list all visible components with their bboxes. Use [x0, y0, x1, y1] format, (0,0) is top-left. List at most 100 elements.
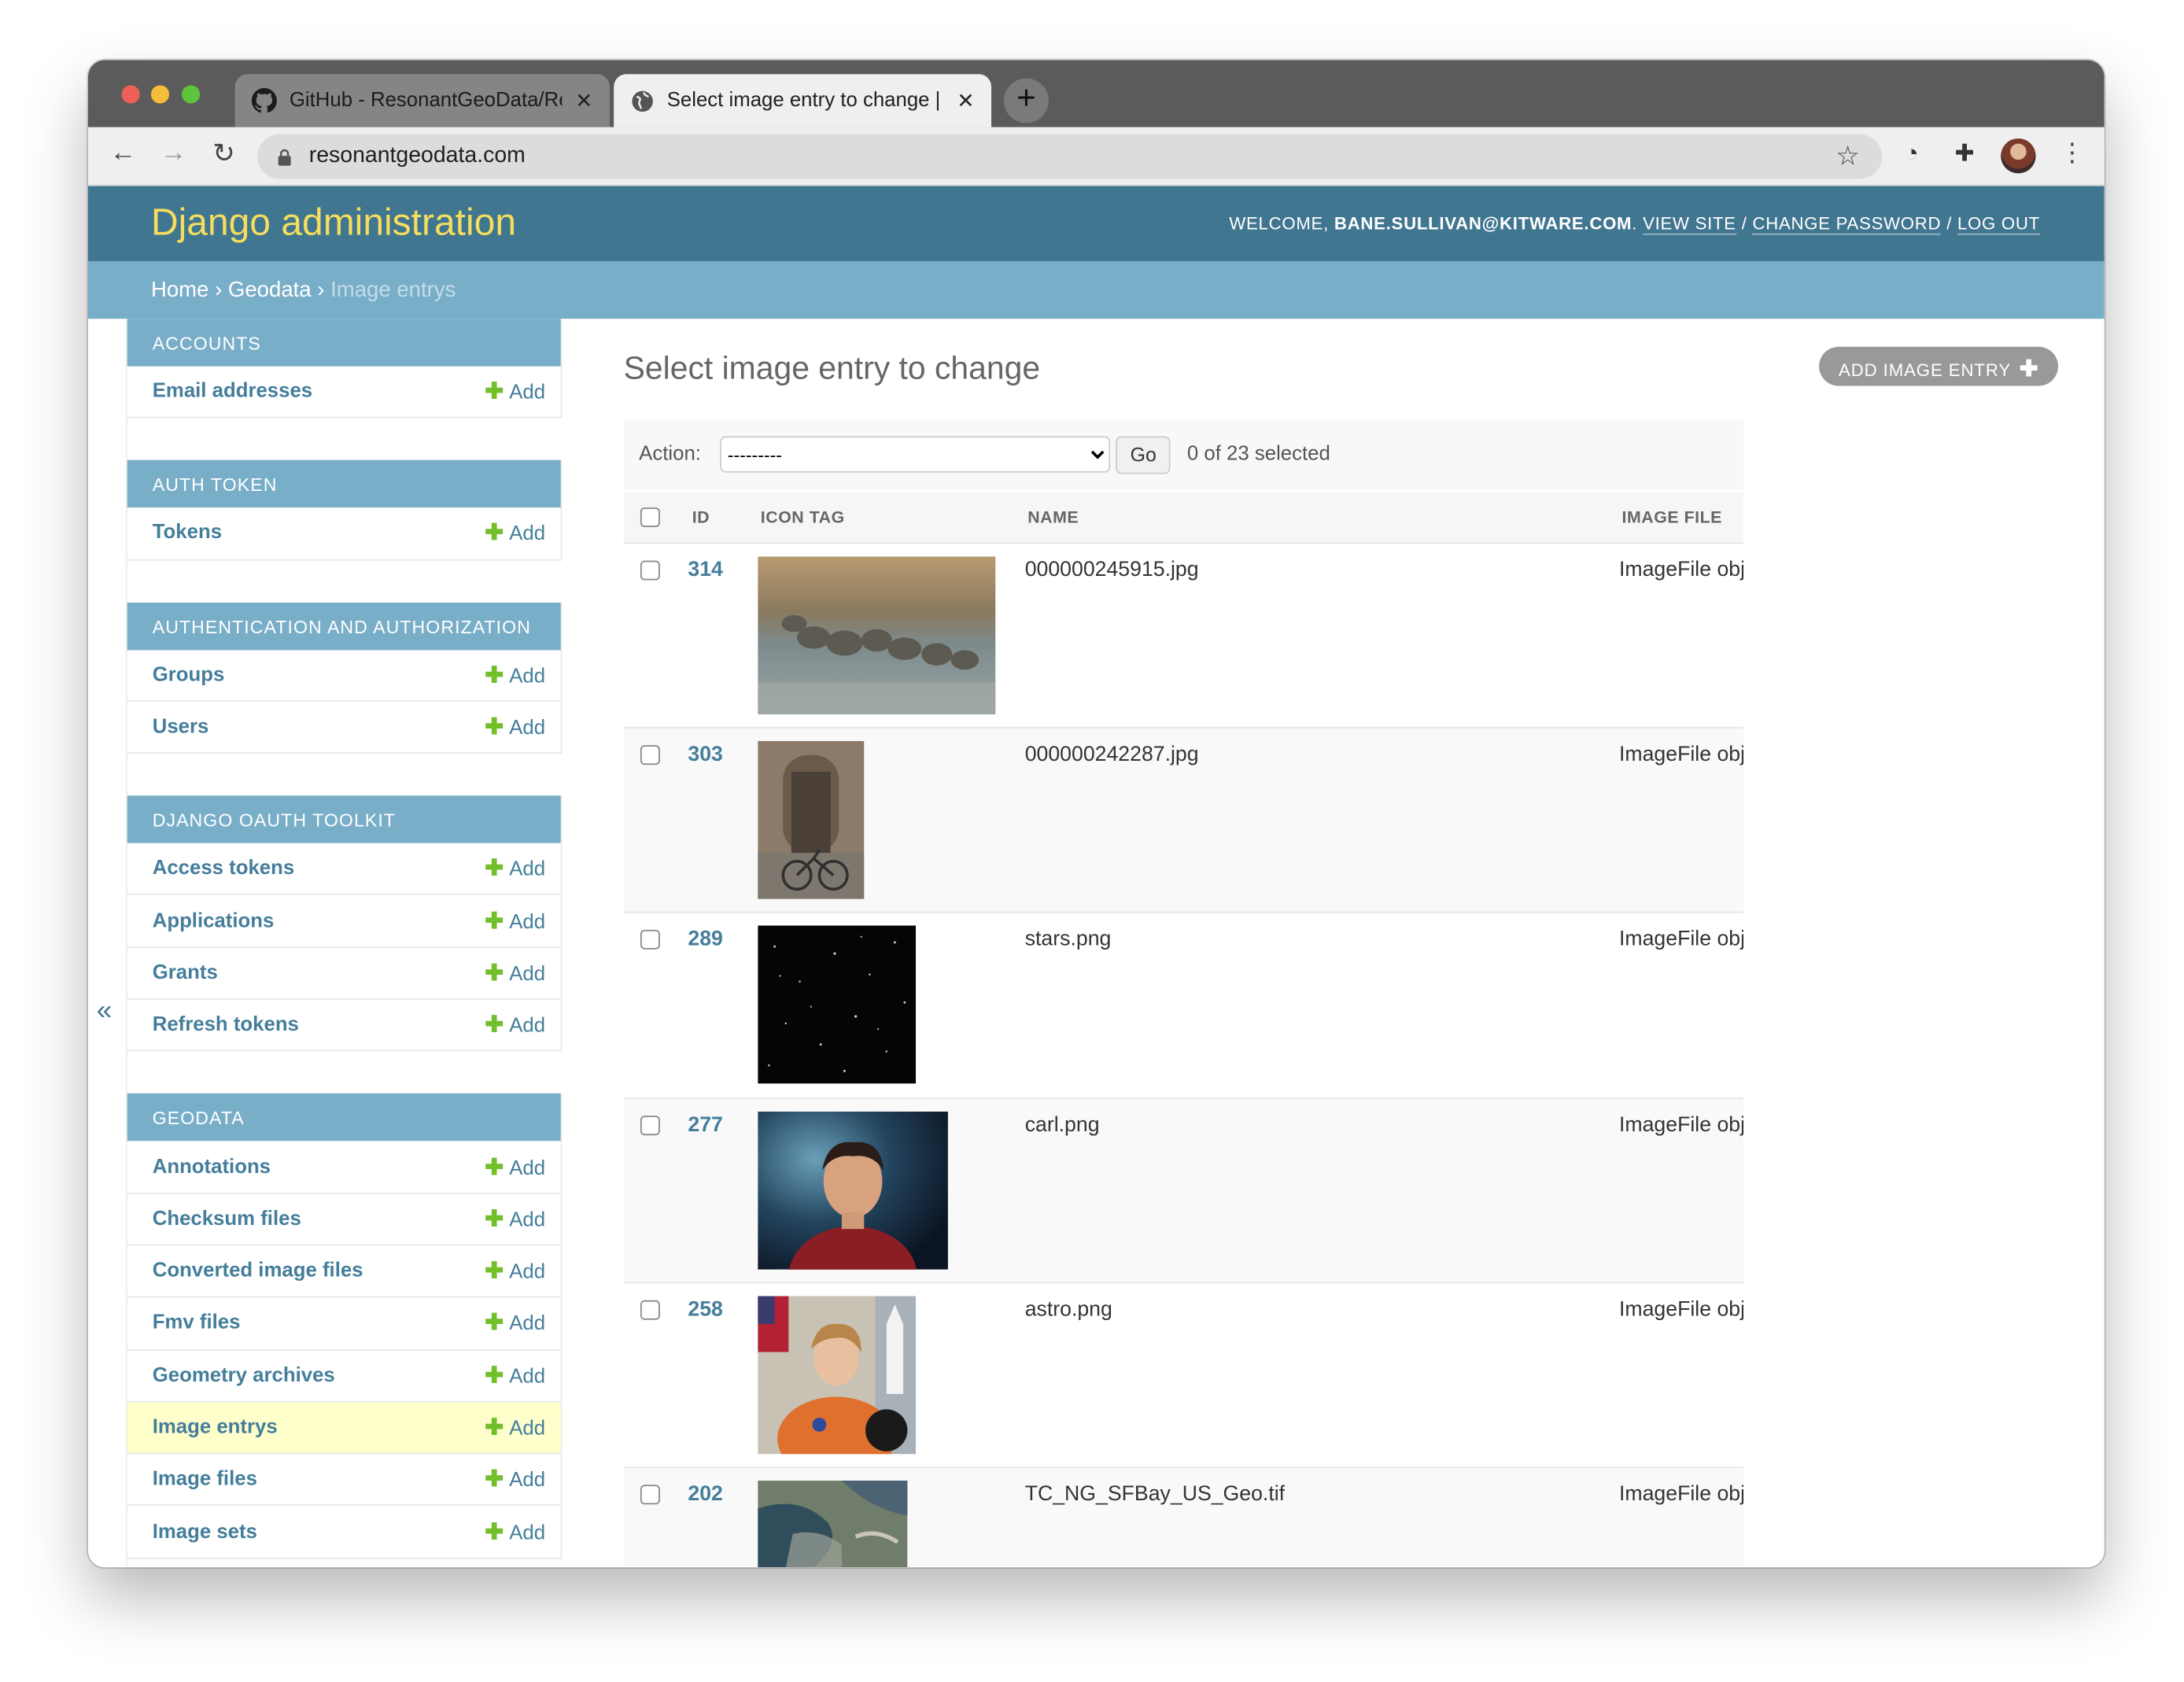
log-out-link[interactable]: LOG OUT — [1957, 213, 2040, 235]
model-link[interactable]: Applications — [153, 909, 275, 931]
row-checkbox[interactable] — [640, 1115, 660, 1135]
model-link[interactable]: Refresh tokens — [153, 1014, 299, 1036]
performance-gauge-icon[interactable]: ◔ — [1905, 140, 1919, 168]
model-link[interactable]: Fmv files — [153, 1312, 241, 1334]
add-link[interactable]: ✚ Add — [485, 1466, 545, 1494]
model-link[interactable]: Converted image files — [153, 1260, 363, 1282]
row-id-link[interactable]: 202 — [688, 1482, 722, 1506]
model-link[interactable]: Grants — [153, 962, 218, 984]
close-window-button[interactable] — [121, 85, 140, 104]
plus-icon: ✚ — [485, 1260, 504, 1284]
browser-menu-icon[interactable]: ⋮ — [2060, 138, 2085, 168]
change-password-link[interactable]: CHANGE PASSWORD — [1752, 213, 1942, 235]
icon-tag-image — [758, 1111, 948, 1326]
row-checkbox[interactable] — [640, 1300, 660, 1320]
add-link[interactable]: ✚ Add — [485, 1309, 545, 1337]
app-module-authentication-and-authorization: Authentication and Authorization Groups ✚ A… — [127, 602, 563, 754]
model-link[interactable]: Tokens — [153, 522, 222, 544]
add-link[interactable]: ✚ Add — [485, 1257, 545, 1285]
model-link[interactable]: Users — [153, 716, 209, 738]
profile-avatar[interactable] — [2001, 138, 2036, 174]
row-name: stars.png — [1024, 927, 1112, 952]
add-link[interactable]: ✚ Add — [485, 1414, 545, 1442]
sidebar-item-image-entrys: Image entrys ✚ Add — [127, 1402, 561, 1455]
app-module-accounts: Accounts Email addresses ✚ Add — [127, 319, 563, 419]
add-link[interactable]: ✚ Add — [485, 1361, 545, 1389]
extensions-puzzle-icon[interactable]: ✚ — [1955, 140, 1975, 168]
lock-icon — [278, 148, 291, 165]
plus-icon: ✚ — [485, 1013, 504, 1038]
separator: . — [1632, 213, 1644, 234]
model-link[interactable]: Image files — [153, 1469, 257, 1491]
add-link-label: Add — [509, 963, 546, 986]
reload-icon[interactable]: ↻ — [205, 138, 242, 171]
add-link[interactable]: ✚ Add — [485, 713, 545, 741]
action-select[interactable]: --------- — [720, 436, 1111, 473]
results-table: ID ICON TAG NAME IMAGE FILE 314 000000245… — [623, 492, 1744, 1568]
model-link[interactable]: Geometry archives — [153, 1364, 335, 1386]
tab-github[interactable]: GitHub - ResonantGeoData/Re ✕ — [234, 74, 610, 127]
row-checkbox[interactable] — [640, 930, 660, 950]
app-module-django-oauth-toolkit: Django OAuth Toolkit Access tokens ✚ Add App… — [127, 795, 563, 1053]
column-icon-tag[interactable]: ICON TAG — [761, 507, 845, 527]
breadcrumb-home[interactable]: Home — [151, 278, 209, 302]
module-caption[interactable]: Django OAuth Toolkit — [127, 795, 561, 843]
sidebar-item-fmv-files: Fmv files ✚ Add — [127, 1298, 561, 1350]
row-checkbox[interactable] — [640, 1485, 660, 1505]
add-link[interactable]: ✚ Add — [485, 1205, 545, 1234]
add-link-label: Add — [509, 1313, 546, 1336]
add-link[interactable]: ✚ Add — [485, 519, 545, 548]
page-title: Select image entry to change — [623, 349, 1041, 386]
zoom-window-button[interactable] — [182, 85, 201, 104]
model-link[interactable]: Image sets — [153, 1521, 257, 1543]
back-arrow-icon[interactable]: ← — [105, 138, 141, 169]
column-id[interactable]: ID — [692, 507, 710, 527]
toggle-sidebar-button[interactable]: « — [97, 995, 113, 1027]
minimize-window-button[interactable] — [150, 85, 170, 104]
add-link[interactable]: ✚ Add — [485, 907, 545, 935]
close-icon[interactable]: ✕ — [575, 88, 592, 113]
row-id-link[interactable]: 303 — [688, 743, 722, 766]
module-caption[interactable]: Authentication and Authorization — [127, 602, 561, 650]
add-link[interactable]: ✚ Add — [485, 661, 545, 689]
view-site-link[interactable]: VIEW SITE — [1643, 213, 1736, 235]
model-link[interactable]: Annotations — [153, 1156, 271, 1178]
model-link[interactable]: Image entrys — [153, 1416, 278, 1438]
row-id-link[interactable]: 258 — [688, 1297, 722, 1321]
model-link[interactable]: Email addresses — [153, 381, 312, 403]
add-link[interactable]: ✚ Add — [485, 378, 545, 406]
row-id-link[interactable]: 289 — [688, 928, 722, 951]
go-button[interactable]: Go — [1116, 435, 1171, 474]
select-all-checkbox[interactable] — [640, 507, 660, 528]
site-branding[interactable]: Django administration — [151, 201, 516, 245]
module-caption[interactable]: Auth Token — [127, 460, 561, 508]
row-image-file: ImageFile obj — [1618, 1481, 1744, 1506]
column-image-file[interactable]: IMAGE FILE — [1622, 507, 1722, 527]
new-tab-button[interactable]: + — [1004, 78, 1049, 124]
column-name[interactable]: NAME — [1027, 507, 1079, 527]
forward-arrow-icon[interactable]: → — [155, 138, 191, 169]
model-link[interactable]: Checksum files — [153, 1208, 301, 1230]
sidebar-item-grants: Grants ✚ Add — [127, 948, 561, 1000]
model-link[interactable]: Access tokens — [153, 858, 294, 880]
model-link[interactable]: Groups — [153, 664, 225, 686]
add-link[interactable]: ✚ Add — [485, 1011, 545, 1039]
add-button-label: ADD IMAGE ENTRY — [1839, 360, 2012, 381]
icon-tag-image — [758, 926, 917, 1091]
module-caption[interactable]: Accounts — [127, 319, 561, 367]
module-caption[interactable]: Geodata — [127, 1094, 561, 1142]
tab-django-admin[interactable]: Select image entry to change | ✕ — [614, 74, 992, 127]
add-link[interactable]: ✚ Add — [485, 854, 545, 883]
add-image-entry-button[interactable]: ADD IMAGE ENTRY ✚ — [1819, 346, 2059, 386]
row-checkbox[interactable] — [640, 560, 660, 581]
breadcrumb-geodata[interactable]: Geodata — [228, 278, 312, 302]
add-link[interactable]: ✚ Add — [485, 959, 545, 987]
row-id-link[interactable]: 277 — [688, 1112, 722, 1136]
bookmark-star-icon[interactable]: ☆ — [1835, 141, 1859, 173]
row-checkbox[interactable] — [640, 745, 660, 765]
row-id-link[interactable]: 314 — [688, 558, 722, 581]
add-link[interactable]: ✚ Add — [485, 1518, 545, 1546]
add-link[interactable]: ✚ Add — [485, 1153, 545, 1181]
close-icon[interactable]: ✕ — [957, 88, 974, 113]
address-bar[interactable]: resonantgeodata.com ☆ — [257, 134, 1883, 179]
